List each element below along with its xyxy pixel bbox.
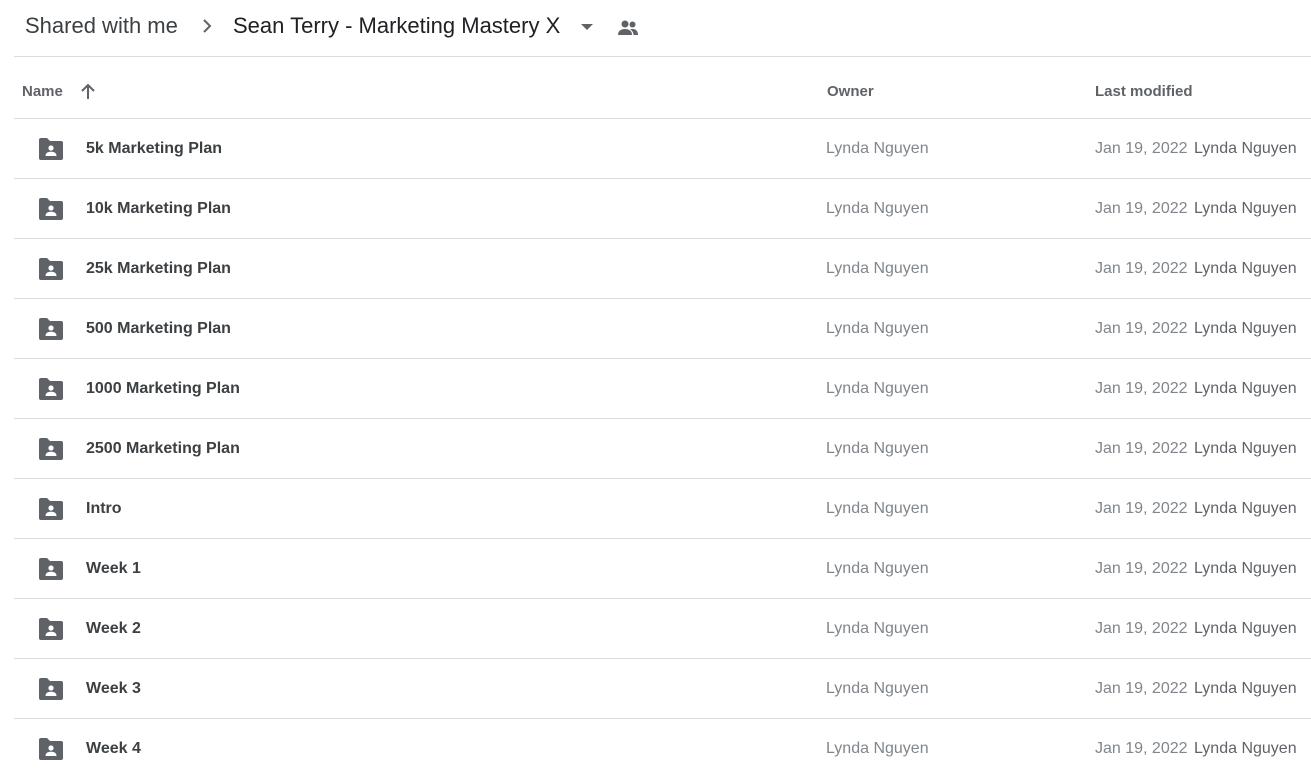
file-name: Week 2 <box>86 620 141 637</box>
table-row[interactable]: Week 4 Lynda Nguyen Jan 19, 2022 Lynda N… <box>14 719 1311 775</box>
table-row[interactable]: Week 3 Lynda Nguyen Jan 19, 2022 Lynda N… <box>14 659 1311 719</box>
file-modified-by: Lynda Nguyen <box>1194 140 1297 157</box>
table-row[interactable]: Intro Lynda Nguyen Jan 19, 2022 Lynda Ng… <box>14 479 1311 539</box>
file-modified-by: Lynda Nguyen <box>1194 620 1297 637</box>
file-modified-date: Jan 19, 2022 <box>1095 260 1188 277</box>
file-name: 2500 Marketing Plan <box>86 440 240 457</box>
shared-folder-icon <box>39 618 63 640</box>
file-modified-by: Lynda Nguyen <box>1194 680 1297 697</box>
file-modified-by: Lynda Nguyen <box>1194 200 1297 217</box>
column-header-last-modified[interactable]: Last modified <box>1095 83 1193 101</box>
column-header-row: Name Owner Last modified <box>14 57 1311 119</box>
shared-folder-icon <box>39 558 63 580</box>
column-header-owner[interactable]: Owner <box>827 83 874 101</box>
file-modified-date: Jan 19, 2022 <box>1095 500 1188 517</box>
shared-folder-icon <box>39 498 63 520</box>
shared-folder-icon <box>39 258 63 280</box>
file-name: Week 1 <box>86 560 141 577</box>
file-modified-date: Jan 19, 2022 <box>1095 320 1188 337</box>
file-name: 500 Marketing Plan <box>86 320 231 337</box>
file-owner: Lynda Nguyen <box>826 320 929 337</box>
chevron-right-icon <box>203 19 212 33</box>
file-name: 1000 Marketing Plan <box>86 380 240 397</box>
file-modified-date: Jan 19, 2022 <box>1095 440 1188 457</box>
shared-folder-icon <box>39 678 63 700</box>
file-modified-by: Lynda Nguyen <box>1194 320 1297 337</box>
table-row[interactable]: 1000 Marketing Plan Lynda Nguyen Jan 19,… <box>14 359 1311 419</box>
file-modified-by: Lynda Nguyen <box>1194 380 1297 397</box>
table-row[interactable]: Week 1 Lynda Nguyen Jan 19, 2022 Lynda N… <box>14 539 1311 599</box>
breadcrumb-current-folder[interactable]: Sean Terry - Marketing Mastery X <box>233 12 560 40</box>
file-modified-by: Lynda Nguyen <box>1194 740 1297 757</box>
file-owner: Lynda Nguyen <box>826 380 929 397</box>
shared-folder-icon <box>39 438 63 460</box>
file-owner: Lynda Nguyen <box>826 140 929 157</box>
table-row[interactable]: 10k Marketing Plan Lynda Nguyen Jan 19, … <box>14 179 1311 239</box>
file-owner: Lynda Nguyen <box>826 620 929 637</box>
column-header-name[interactable]: Name <box>22 83 63 101</box>
breadcrumb: Shared with me Sean Terry - Marketing Ma… <box>0 0 1311 56</box>
breadcrumb-shared-with-me[interactable]: Shared with me <box>25 12 178 40</box>
table-row[interactable]: 500 Marketing Plan Lynda Nguyen Jan 19, … <box>14 299 1311 359</box>
file-owner: Lynda Nguyen <box>826 740 929 757</box>
shared-folder-icon <box>39 138 63 160</box>
shared-folder-icon <box>39 738 63 760</box>
file-modified-by: Lynda Nguyen <box>1194 500 1297 517</box>
arrow-up-icon[interactable] <box>78 82 98 102</box>
file-modified-date: Jan 19, 2022 <box>1095 620 1188 637</box>
file-owner: Lynda Nguyen <box>826 260 929 277</box>
file-owner: Lynda Nguyen <box>826 500 929 517</box>
file-name: Week 3 <box>86 680 141 697</box>
shared-folder-icon <box>39 378 63 400</box>
people-icon[interactable] <box>616 16 640 40</box>
table-row[interactable]: Week 2 Lynda Nguyen Jan 19, 2022 Lynda N… <box>14 599 1311 659</box>
table-row[interactable]: 25k Marketing Plan Lynda Nguyen Jan 19, … <box>14 239 1311 299</box>
file-owner: Lynda Nguyen <box>826 440 929 457</box>
file-name: 5k Marketing Plan <box>86 140 223 157</box>
file-list: 5k Marketing Plan Lynda Nguyen Jan 19, 2… <box>14 119 1311 775</box>
file-owner: Lynda Nguyen <box>826 560 929 577</box>
file-modified-date: Jan 19, 2022 <box>1095 140 1188 157</box>
drive-folder-view: Shared with me Sean Terry - Marketing Ma… <box>0 0 1311 775</box>
file-modified-date: Jan 19, 2022 <box>1095 560 1188 577</box>
table-row[interactable]: 5k Marketing Plan Lynda Nguyen Jan 19, 2… <box>14 119 1311 179</box>
file-name: Intro <box>86 500 122 517</box>
file-modified-date: Jan 19, 2022 <box>1095 380 1188 397</box>
table-row[interactable]: 2500 Marketing Plan Lynda Nguyen Jan 19,… <box>14 419 1311 479</box>
caret-down-icon[interactable] <box>578 18 596 36</box>
file-modified-by: Lynda Nguyen <box>1194 260 1297 277</box>
file-modified-date: Jan 19, 2022 <box>1095 680 1188 697</box>
shared-folder-icon <box>39 318 63 340</box>
file-name: 10k Marketing Plan <box>86 200 231 217</box>
file-owner: Lynda Nguyen <box>826 200 929 217</box>
file-modified-by: Lynda Nguyen <box>1194 440 1297 457</box>
shared-folder-icon <box>39 198 63 220</box>
file-name: 25k Marketing Plan <box>86 260 231 277</box>
file-modified-date: Jan 19, 2022 <box>1095 740 1188 757</box>
file-owner: Lynda Nguyen <box>826 680 929 697</box>
file-modified-date: Jan 19, 2022 <box>1095 200 1188 217</box>
file-modified-by: Lynda Nguyen <box>1194 560 1297 577</box>
file-name: Week 4 <box>86 740 141 757</box>
